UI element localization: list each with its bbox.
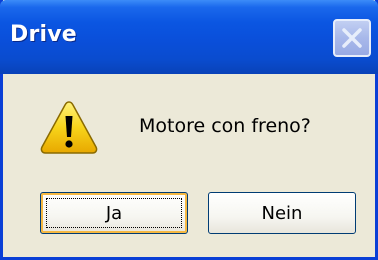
- warning-icon: [40, 101, 98, 154]
- window-title: Drive: [10, 22, 77, 47]
- no-button-label: Nein: [261, 202, 303, 224]
- close-button[interactable]: [333, 19, 371, 57]
- yes-button-label: Ja: [105, 202, 123, 224]
- dialog-message: Motore con freno?: [139, 115, 311, 137]
- title-bar[interactable]: Drive: [0, 0, 378, 74]
- no-button[interactable]: Nein: [208, 192, 356, 234]
- yes-button[interactable]: Ja: [40, 192, 188, 234]
- dialog-window: Drive Motore con freno? Ja Nein: [0, 0, 378, 260]
- close-icon: [342, 28, 362, 48]
